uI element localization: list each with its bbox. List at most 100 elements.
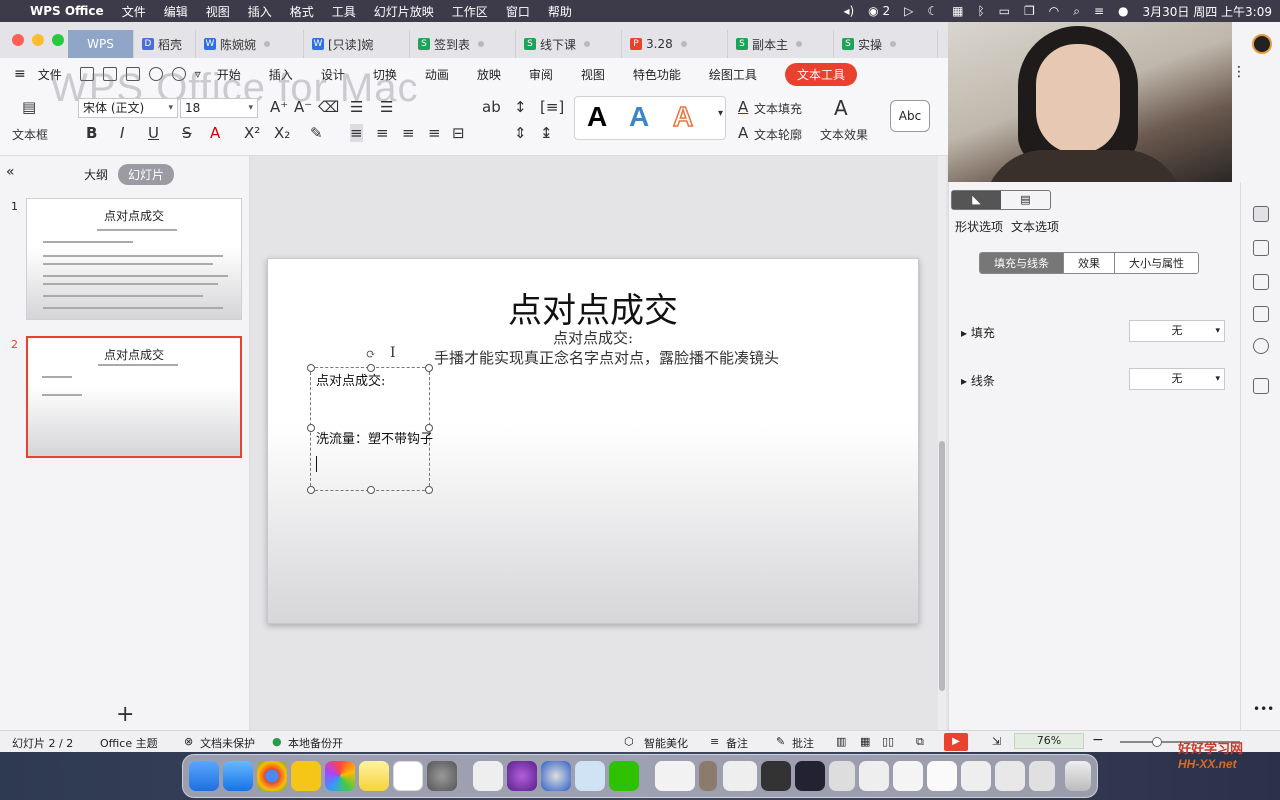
file-menu[interactable]: 文件 xyxy=(38,66,62,83)
theme-name[interactable]: Office 主题 xyxy=(100,735,158,751)
input-method-icon[interactable]: ▦ xyxy=(952,4,963,18)
window-thumbnail[interactable] xyxy=(829,761,855,791)
reading-view-icon[interactable]: ▯▯ xyxy=(882,735,894,748)
bullet-list-icon[interactable]: ☰ xyxy=(350,98,363,116)
shape-style-abc[interactable]: Abc xyxy=(890,100,930,132)
smart-beautify-button[interactable]: 智能美化 xyxy=(644,735,688,751)
window-thumbnail[interactable] xyxy=(893,761,923,791)
control-center-icon[interactable]: ≡ xyxy=(1094,4,1104,18)
quicktime-icon[interactable] xyxy=(541,761,571,791)
cube-icon[interactable] xyxy=(1253,378,1269,394)
notes-app-icon[interactable] xyxy=(359,761,389,791)
minimize-window-icon[interactable] xyxy=(32,34,44,46)
justify-icon[interactable]: ≡ xyxy=(428,124,441,142)
wps-dock-icon[interactable] xyxy=(393,761,423,791)
bold-icon[interactable]: B xyxy=(86,124,97,142)
properties-icon[interactable] xyxy=(1253,206,1269,222)
text-direction-icon[interactable]: ab xyxy=(482,98,501,116)
textbox-line-2[interactable]: 洗流量：塑不带钩子 xyxy=(316,428,433,447)
superscript-icon[interactable]: X² xyxy=(244,124,260,142)
clock[interactable]: 3月30日 周四 上午3:09 xyxy=(1143,3,1272,20)
wechat-dock-icon[interactable] xyxy=(609,761,639,791)
align-left-icon[interactable]: ≡ xyxy=(350,124,363,142)
tab-sheet-4[interactable]: S 实操 xyxy=(834,30,938,58)
window-thumbnail[interactable] xyxy=(699,761,717,791)
slide-canvas[interactable]: 点对点成交 点对点成交: 手播才能实现真正念名字点对点，露脸播不能凑镜头 ⟳ I… xyxy=(250,156,948,730)
zoom-slider-thumb[interactable] xyxy=(1152,737,1162,747)
window-thumbnail[interactable] xyxy=(795,761,825,791)
redo-icon[interactable] xyxy=(171,67,186,81)
chrome-icon[interactable] xyxy=(257,761,287,791)
columns-icon[interactable]: [≡] xyxy=(540,98,564,116)
font-color-icon[interactable]: A xyxy=(210,124,220,142)
window-thumbnail[interactable] xyxy=(995,761,1025,791)
subtab-size-properties[interactable]: 大小与属性 xyxy=(1115,253,1198,273)
photos-icon[interactable] xyxy=(325,761,355,791)
potion-app-icon[interactable] xyxy=(507,761,537,791)
save-icon[interactable] xyxy=(79,67,94,81)
slide-title[interactable]: 点对点成交 xyxy=(268,283,918,332)
zoom-out-icon[interactable]: − xyxy=(1092,732,1104,748)
tab-close-icon[interactable] xyxy=(584,41,591,47)
numbered-list-icon[interactable]: ☰ xyxy=(380,98,393,116)
wechat-icon[interactable]: ◉ 2 xyxy=(868,4,890,18)
window-thumbnail[interactable] xyxy=(961,761,991,791)
tab-animation[interactable]: 动画 xyxy=(425,66,449,83)
distribute-icon[interactable]: ⊟ xyxy=(452,124,465,142)
close-window-icon[interactable] xyxy=(12,34,24,46)
tab-wps-home[interactable]: WPS xyxy=(68,30,134,58)
tab-doc-1[interactable]: W 陈婉婉 xyxy=(196,30,304,58)
window-thumbnail[interactable] xyxy=(655,761,695,791)
app-menu[interactable]: WPS Office xyxy=(30,4,104,18)
tab-sheet-1[interactable]: S 签到表 xyxy=(410,30,516,58)
more-icon[interactable]: ••• xyxy=(1253,702,1274,718)
account-avatar[interactable] xyxy=(1252,34,1272,54)
present-icon[interactable]: ⧉ xyxy=(916,735,924,749)
tab-home[interactable]: 开始 xyxy=(217,66,241,83)
moon-icon[interactable]: ☾ xyxy=(927,4,938,18)
safari-icon[interactable] xyxy=(223,761,253,791)
finder-icon[interactable] xyxy=(189,761,219,791)
tab-slides[interactable]: 幻灯片 xyxy=(118,164,175,185)
shape-options-icon[interactable]: ◣ xyxy=(952,191,1001,209)
line-select[interactable]: 无 xyxy=(1129,368,1225,390)
search-icon[interactable]: ⌕ xyxy=(1073,4,1080,19)
play-icon[interactable]: ▷ xyxy=(904,4,913,18)
tab-text-tools[interactable]: 文本工具 xyxy=(784,62,857,86)
resize-handle[interactable] xyxy=(425,486,433,494)
print-icon[interactable] xyxy=(125,67,140,81)
volume-icon[interactable]: ◂) xyxy=(843,4,854,18)
preview-icon[interactable] xyxy=(575,761,605,791)
resize-handle[interactable] xyxy=(367,486,375,494)
tab-presentation[interactable]: P 3.28 xyxy=(622,30,728,58)
fit-window-icon[interactable]: ⇲ xyxy=(992,735,1001,748)
text-effect-icon[interactable]: A xyxy=(834,96,848,120)
highlight-icon[interactable]: ✎ xyxy=(310,124,323,142)
trash-icon[interactable] xyxy=(1065,761,1091,791)
tab-close-icon[interactable] xyxy=(478,41,485,47)
vertical-align-icon[interactable]: ⇕ xyxy=(514,124,527,142)
window-thumbnail[interactable] xyxy=(723,761,757,791)
clear-format-icon[interactable]: ⌫ xyxy=(318,98,339,116)
siri-icon[interactable]: ● xyxy=(1118,4,1128,18)
style-blue[interactable]: A xyxy=(629,101,649,133)
window-thumbnail[interactable] xyxy=(761,761,791,791)
textbox-label[interactable]: 文本框 xyxy=(12,126,48,143)
tab-close-icon[interactable] xyxy=(264,41,271,47)
zoom-level[interactable]: 76% xyxy=(1014,733,1084,749)
tab-sheet-3[interactable]: S 副本主 xyxy=(728,30,834,58)
tab-close-icon[interactable] xyxy=(796,41,803,47)
hamburger-icon[interactable]: ≡ xyxy=(14,66,26,82)
menu-help[interactable]: 帮助 xyxy=(548,3,572,20)
history-icon[interactable] xyxy=(1253,338,1269,354)
slide-subtitle-line1[interactable]: 点对点成交: xyxy=(268,327,918,348)
miniprogram-icon[interactable] xyxy=(291,761,321,791)
tab-features[interactable]: 特色功能 xyxy=(633,66,681,83)
bluetooth-icon[interactable]: ᛒ xyxy=(977,4,984,18)
add-slide-icon[interactable]: + xyxy=(116,702,134,727)
slide-thumbnail-2[interactable]: 点对点成交 xyxy=(26,336,242,458)
menu-format[interactable]: 格式 xyxy=(290,3,314,20)
rotate-handle-icon[interactable]: ⟳ xyxy=(366,347,376,361)
transition-icon[interactable] xyxy=(1253,274,1269,290)
line-expander[interactable]: ▸ 线条 xyxy=(961,372,995,389)
